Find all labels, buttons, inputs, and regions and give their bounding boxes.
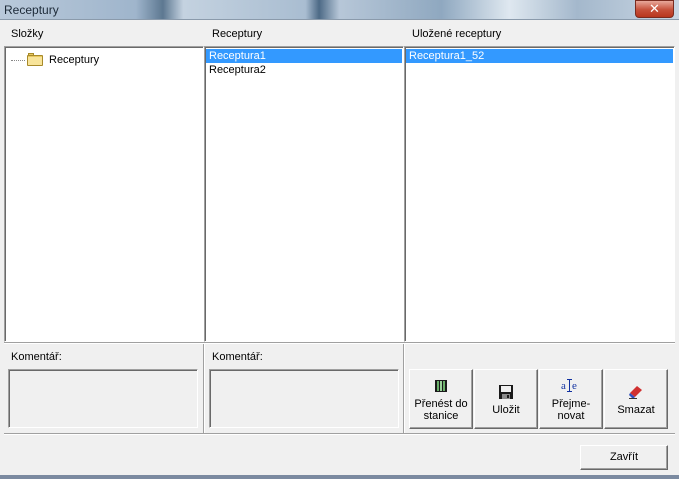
- rename-label-line1: Přejme-: [551, 398, 591, 410]
- recipes-header: Receptury: [212, 28, 263, 40]
- floppy-disk-icon: [498, 384, 514, 400]
- saved-recipes-header: Uložené receptury: [412, 28, 502, 40]
- tree-item-receptury[interactable]: Receptury: [11, 53, 101, 67]
- window-bottom-edge: [0, 475, 679, 479]
- rename-label-line2: novat: [557, 410, 585, 422]
- recipes-list[interactable]: Receptura1 Receptura2: [204, 46, 404, 342]
- tree-connector: [11, 60, 25, 61]
- divider: [403, 344, 405, 434]
- transfer-label-line1: Přenést do: [414, 398, 468, 410]
- divider: [203, 344, 205, 434]
- delete-label: Smazat: [617, 404, 655, 416]
- transfer-icon: [433, 378, 449, 394]
- delete-button[interactable]: Smazat: [604, 369, 668, 429]
- divider: [4, 342, 675, 344]
- rename-icon: a e: [560, 378, 582, 394]
- folder-comment-label: Komentář:: [11, 351, 62, 363]
- saved-recipe-list-item[interactable]: Receptura1_52: [406, 49, 673, 63]
- saved-recipes-list[interactable]: Receptura1_52: [404, 46, 675, 342]
- recipe-comment-label: Komentář:: [212, 351, 263, 363]
- folders-header: Složky: [11, 28, 44, 40]
- save-label: Uložit: [492, 404, 520, 416]
- folder-icon: [27, 53, 43, 66]
- tree-item-label: Receptury: [49, 54, 100, 66]
- rename-button[interactable]: a e Přejme- novat: [539, 369, 603, 429]
- title-bar: Receptury ✕: [0, 0, 679, 20]
- recipe-list-item[interactable]: Receptura1: [206, 49, 402, 63]
- eraser-icon: [628, 384, 644, 400]
- transfer-label-line2: stanice: [423, 410, 459, 422]
- folders-tree[interactable]: Receptury: [4, 46, 204, 342]
- recipe-list-item[interactable]: Receptura2: [206, 63, 402, 77]
- transfer-to-station-button[interactable]: Přenést do stanice: [409, 369, 473, 429]
- folder-comment-field[interactable]: [8, 369, 198, 428]
- recipe-comment-field[interactable]: [209, 369, 399, 428]
- close-button[interactable]: Zavřít: [580, 445, 668, 470]
- window-title: Receptury: [4, 3, 59, 17]
- divider: [4, 433, 675, 435]
- window-close-button[interactable]: ✕: [635, 0, 674, 18]
- svg-text:a: a: [561, 380, 566, 392]
- save-button[interactable]: Uložit: [474, 369, 538, 429]
- svg-text:e: e: [572, 380, 577, 392]
